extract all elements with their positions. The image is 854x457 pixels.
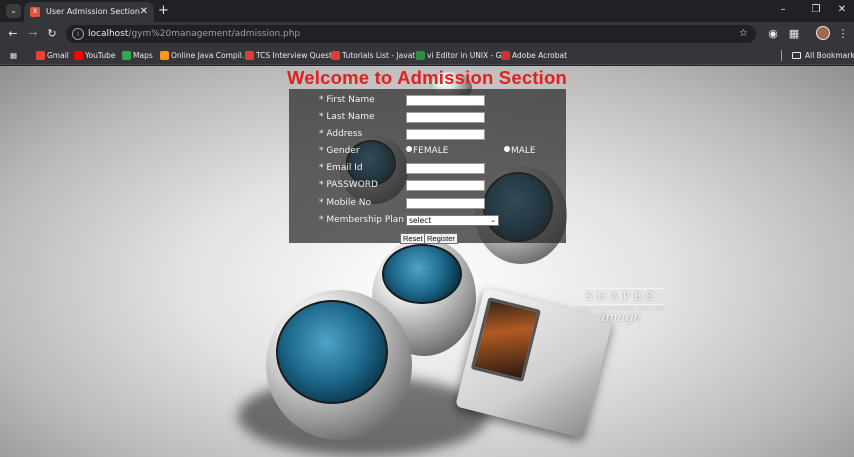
bookmark-gfg[interactable]: vi Editor in UNIX - G... (416, 49, 509, 62)
background-sphere (266, 290, 412, 440)
address-input[interactable] (406, 129, 485, 140)
tab-active[interactable]: X User Admission Section ✕ (24, 2, 154, 22)
new-tab-icon[interactable]: + (158, 3, 169, 19)
last-name-row: * Last Name (289, 110, 566, 127)
youtube-icon (74, 51, 83, 60)
menu-kebab-icon[interactable]: ⋮ (836, 27, 850, 41)
reset-button[interactable]: Reset (400, 233, 426, 244)
url-host: localhost (88, 29, 129, 39)
browser-toolbar: ← → ↻ i localhost/gym%20management/admis… (0, 22, 854, 46)
shapes-watermark: SHAPES CONTEMPORARY ART OF image (578, 288, 665, 325)
acrobat-icon (501, 51, 510, 60)
minimize-icon[interactable]: – (775, 4, 791, 15)
tab-strip: ⌄ X User Admission Section ✕ + – ❐ ✕ (0, 0, 854, 22)
javatpoint-icon (331, 51, 340, 60)
tcs-icon (245, 51, 254, 60)
first-name-label: * First Name (319, 95, 375, 105)
plan-row: * Membership Plan select ⌄ (289, 213, 566, 230)
bookmark-javatpoint[interactable]: Tutorials List - Javat... (331, 49, 422, 62)
bookmark-acrobat[interactable]: Adobe Acrobat (501, 49, 567, 62)
bookmarks-bar: ▦ Gmail YouTube Maps Online Java Compil.… (0, 46, 854, 65)
address-row: * Address (289, 127, 566, 144)
bookmark-tcs[interactable]: TCS Interview Quest... (245, 49, 339, 62)
password-label: * PASSWORD (319, 180, 378, 190)
first-name-row: * First Name (289, 93, 566, 110)
membership-plan-select[interactable]: select ⌄ (406, 215, 499, 226)
email-label: * Email Id (319, 163, 363, 173)
gender-male-option[interactable]: MALE (504, 146, 536, 156)
gender-female-option[interactable]: FEMALE (406, 146, 449, 156)
extension-circle-icon[interactable]: ◉ (766, 27, 780, 41)
plan-label: * Membership Plan (319, 215, 404, 225)
close-icon[interactable]: ✕ (140, 2, 148, 22)
last-name-input[interactable] (406, 112, 485, 123)
extensions-puzzle-icon[interactable]: ▦ (787, 27, 801, 41)
mobile-label: * Mobile No (319, 198, 371, 208)
password-row: * PASSWORD (289, 178, 566, 195)
tab-search-icon[interactable]: ⌄ (6, 4, 21, 18)
maximize-icon[interactable]: ❐ (808, 4, 824, 15)
email-input[interactable] (406, 163, 485, 174)
gfg-icon (416, 51, 425, 60)
reload-icon[interactable]: ↻ (45, 27, 59, 41)
last-name-label: * Last Name (319, 112, 375, 122)
window-close-icon[interactable]: ✕ (834, 4, 850, 15)
chevron-down-icon: ⌄ (490, 216, 496, 224)
register-button[interactable]: Register (424, 233, 458, 244)
bookmark-gmail[interactable]: Gmail (36, 49, 69, 62)
gender-label: * Gender (319, 146, 360, 156)
xampp-icon: X (30, 7, 40, 17)
first-name-input[interactable] (406, 95, 485, 106)
password-input[interactable] (406, 180, 485, 191)
address-label: * Address (319, 129, 363, 139)
folder-icon (792, 52, 801, 59)
address-bar[interactable]: i localhost/gym%20management/admission.p… (66, 25, 756, 43)
java-icon (160, 51, 169, 60)
bookmark-youtube[interactable]: YouTube (74, 49, 116, 62)
admission-form: * First Name * Last Name * Address * Gen… (289, 89, 566, 243)
gender-row: * Gender FEMALE MALE (289, 144, 566, 161)
email-row: * Email Id (289, 161, 566, 178)
page-title: Welcome to Admission Section (286, 67, 568, 88)
maps-icon (122, 51, 131, 60)
bookmark-maps[interactable]: Maps (122, 49, 153, 62)
forward-icon[interactable]: → (26, 27, 40, 41)
bookmark-java-compiler[interactable]: Online Java Compil... (160, 49, 249, 62)
apps-grid-icon[interactable]: ▦ (10, 49, 17, 62)
page-content: SHAPES CONTEMPORARY ART OF image Welcome… (0, 66, 854, 457)
profile-avatar[interactable] (816, 26, 830, 40)
back-icon[interactable]: ← (6, 27, 20, 41)
all-bookmarks[interactable]: All Bookmarks (792, 49, 854, 62)
mobile-input[interactable] (406, 198, 485, 209)
radio-male[interactable] (504, 146, 510, 152)
bookmarks-separator (781, 50, 782, 61)
gmail-icon (36, 51, 45, 60)
mobile-row: * Mobile No (289, 196, 566, 213)
tab-title: User Admission Section (46, 7, 140, 16)
bookmark-star-icon[interactable]: ☆ (739, 25, 748, 43)
radio-female[interactable] (406, 146, 412, 152)
url-path: /gym%20management/admission.php (128, 29, 301, 39)
site-info-icon[interactable]: i (72, 28, 84, 40)
